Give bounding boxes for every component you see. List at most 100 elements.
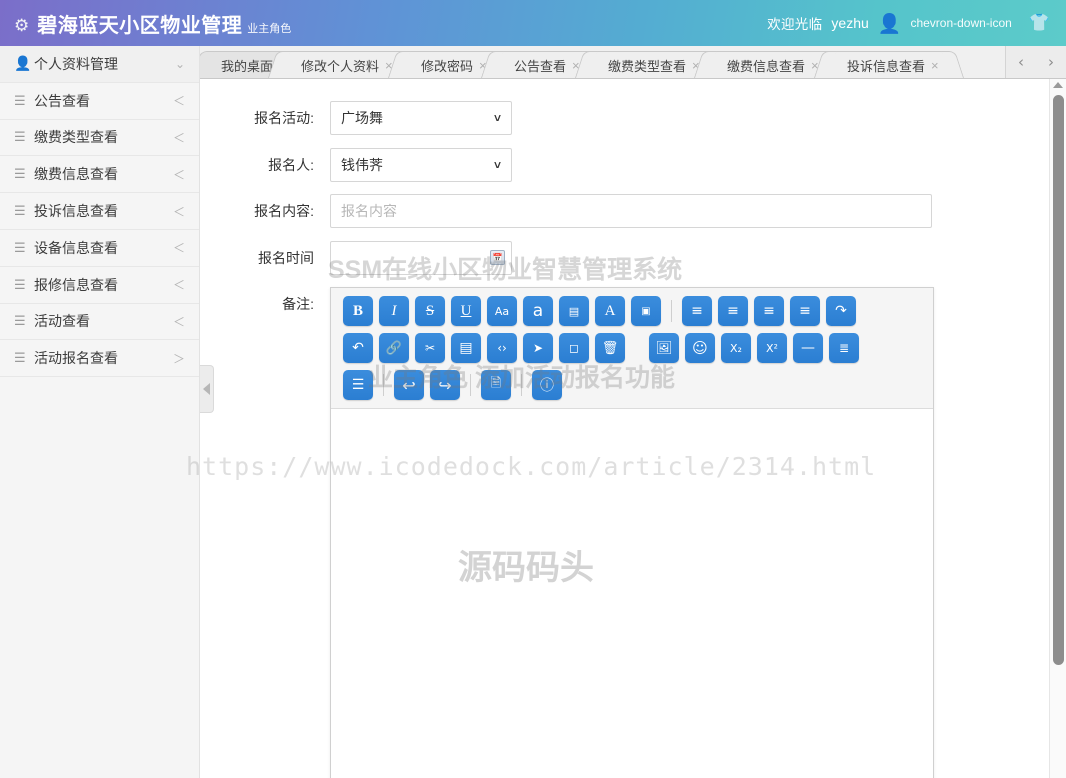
redo-icon[interactable]: ↪ [430,370,460,400]
sidebar-item-label: 公告查看 [34,92,90,109]
chevron-left-icon: ＜ [172,94,185,109]
unlink-icon[interactable]: ✂ [415,333,445,363]
ordered-list-icon[interactable]: ≣ [829,333,859,363]
align-justify-icon[interactable]: ≡ [790,296,820,326]
editor-toolbar: B I S U Aa a ▤ A ▣ ≡ ≡ ≡ ≡ ↷ ↶ 🔗 ✂ ▤ ‹› … [331,288,933,409]
sidebar-item-device[interactable]: ☰ 设备信息查看 ＜ [0,229,199,267]
chevron-left-icon: ＜ [172,241,185,256]
list-icon: ☰ [14,129,26,145]
editor-content-area[interactable] [331,409,933,778]
sidebar: 👤 个人资料管理 ⌄ ☰ 公告查看 ＜ ☰ 缴费类型查看 ＜ ☰ 缴费信息查看 … [0,46,200,778]
applicant-select-value: 钱伟荠 [341,156,383,173]
form-row-activity: 报名活动: 广场舞 ˅ [200,101,1066,135]
underline-icon[interactable]: U [451,296,481,326]
toolbar-separator [470,374,471,396]
sidebar-item-label: 设备信息查看 [34,239,118,256]
tab-label: 投诉信息查看 [847,59,926,74]
clear-format-icon[interactable]: 🗑 [595,333,625,363]
insert-image-icon[interactable]: 🖼 [649,333,679,363]
link-icon[interactable]: 🔗 [379,333,409,363]
role-subtitle: 业主角色 [247,22,292,35]
content-scrollbar[interactable] [1049,79,1066,778]
app-title: 碧海蓝天小区物业管理 [37,14,243,37]
sidebar-item-label: 投诉信息查看 [34,203,118,220]
tab-scroll-prev-icon[interactable]: ‹ [1018,53,1024,71]
sidebar-item-profile[interactable]: 👤 个人资料管理 ⌄ [0,46,199,83]
sidebar-item-complaint[interactable]: ☰ 投诉信息查看 ＜ [0,193,199,230]
align-center-icon[interactable]: ≡ [682,296,712,326]
sidebar-item-label: 报修信息查看 [34,276,118,293]
background-color-icon[interactable]: ▣ [631,296,661,326]
bold-icon[interactable]: B [343,296,373,326]
person-icon: 👤 [14,55,32,72]
close-icon[interactable]: × [931,58,939,73]
sidebar-item-fee-type[interactable]: ☰ 缴费类型查看 ＜ [0,119,199,157]
sidebar-item-notice[interactable]: ☰ 公告查看 ＜ [0,82,199,120]
list-icon: ☰ [14,350,26,366]
code-icon[interactable]: ‹› [487,333,517,363]
tab-edge-left [200,51,215,78]
toolbar-separator [521,374,522,396]
content-panel: 报名活动: 广场舞 ˅ 报名人: 钱伟荠 ˅ 报名内容: 报名时间 [200,79,1066,778]
horizontal-rule-icon[interactable]: — [793,333,823,363]
username-label: yezhu [831,15,869,31]
tab-label: 缴费类型查看 [607,59,686,74]
chevron-left-icon: ＜ [172,130,185,145]
help-icon[interactable]: ⓘ [532,370,562,400]
unordered-list-icon[interactable]: ☰ [343,370,373,400]
sidebar-item-activity[interactable]: ☰ 活动查看 ＜ [0,303,199,341]
gear-icon: ⚙ [14,15,30,35]
signup-time-input[interactable] [330,240,512,275]
time-label: 报名时间 [258,249,314,266]
chevron-left-icon: ＜ [172,167,185,182]
undo-icon[interactable]: ↩ [394,370,424,400]
editor-toolbar-row-1: B I S U Aa a ▤ A ▣ ≡ ≡ ≡ ≡ ↷ [343,296,927,326]
outdent-icon[interactable]: ↶ [343,333,373,363]
triangle-up-icon[interactable] [1053,82,1063,88]
applicant-select[interactable]: 钱伟荠 ˅ [330,147,512,182]
tab-bar: 我的桌面 修改个人资料 × 修改密码 × 公告查看 × 缴费类型查看 × 缴费信… [200,46,1066,79]
list-icon: ☰ [14,276,26,292]
fullscreen-icon[interactable]: ◻ [559,333,589,363]
font-family-icon[interactable]: a [523,296,553,326]
activity-signup-form: 报名活动: 广场舞 ˅ 报名人: 钱伟荠 ˅ 报名内容: 报名时间 [200,79,1066,778]
subscript-icon[interactable]: X₂ [721,333,751,363]
triangle-left-icon [203,383,210,395]
sidebar-item-label: 缴费信息查看 [34,166,118,183]
sidebar-item-activity-signup[interactable]: ☰ 活动报名查看 ＞ [0,340,199,378]
align-right-icon[interactable]: ≡ [754,296,784,326]
strikethrough-icon[interactable]: S [415,296,445,326]
align-left-icon[interactable]: ≡ [718,296,748,326]
calendar-icon[interactable]: 📅 [490,249,505,265]
list-icon: ☰ [14,203,26,219]
remark-label: 备注: [282,296,314,312]
highlight-icon[interactable]: ▤ [559,296,589,326]
chevron-down-icon: ˅ [493,157,501,172]
activity-label: 报名活动: [254,110,314,126]
shirt-icon[interactable]: 👕 [1029,13,1050,33]
indent-icon[interactable]: ↷ [826,296,856,326]
tab-label: 公告查看 [514,59,567,74]
tab-edge-right [940,51,965,78]
welcome-text: 欢迎光临 [767,17,823,32]
scrollbar-thumb[interactable] [1053,95,1064,665]
editor-toolbar-row-3: ☰ ↩ ↪ 🗎 ⓘ [343,370,927,400]
emoji-icon[interactable]: ☺ [685,333,715,363]
tab-complaint-info[interactable]: 投诉信息查看 × [813,51,965,78]
source-code-icon[interactable]: 🗎 [481,370,511,400]
sidebar-collapse-handle[interactable] [200,365,214,413]
italic-icon[interactable]: I [379,296,409,326]
insert-table-icon[interactable]: ▤ [451,333,481,363]
user-icon[interactable]: 👤 [878,15,902,34]
sidebar-item-repair[interactable]: ☰ 报修信息查看 ＜ [0,266,199,304]
cursor-icon[interactable]: ➤ [523,333,553,363]
text-color-icon[interactable]: A [595,296,625,326]
tab-scroll-next-icon[interactable]: › [1048,53,1054,71]
sidebar-item-fee-info[interactable]: ☰ 缴费信息查看 ＜ [0,156,199,194]
font-size-icon[interactable]: Aa [487,296,517,326]
superscript-icon[interactable]: X² [757,333,787,363]
chevron-left-icon: ＜ [172,314,185,329]
chevron-down-icon[interactable]: chevron-down-icon [910,16,1011,30]
content-input[interactable] [330,194,932,228]
activity-select[interactable]: 广场舞 ˅ [330,101,512,135]
